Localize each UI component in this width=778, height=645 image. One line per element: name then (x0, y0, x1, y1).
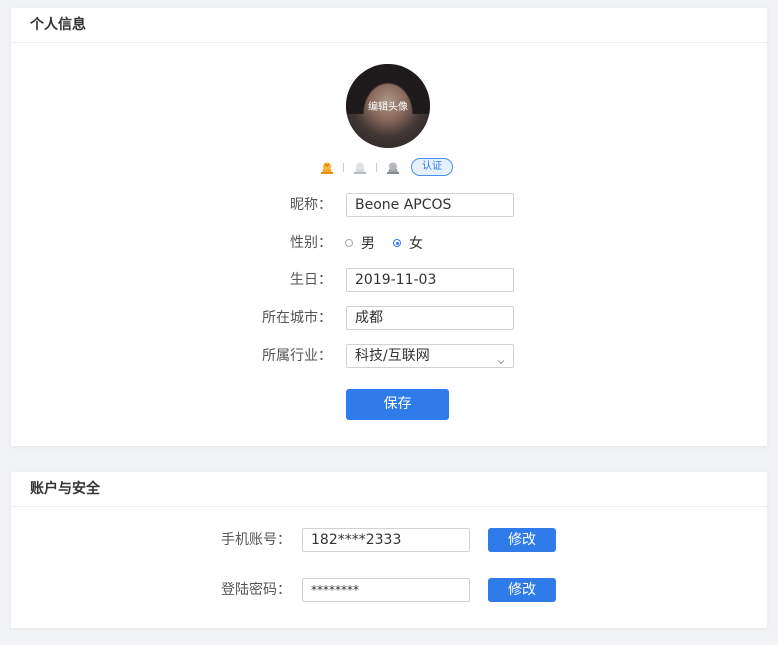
gender-female-radio[interactable] (393, 239, 401, 247)
gender-male-option[interactable]: 男 (345, 233, 375, 253)
silver-medal-icon (352, 160, 368, 174)
birthday-input[interactable]: 2019-11-03 (346, 268, 514, 292)
bronze-medal-icon (385, 160, 401, 174)
nickname-label: 昵称： (290, 197, 332, 213)
profile-card-title: 个人信息 (11, 8, 767, 43)
phone-label: 手机账号： (221, 532, 291, 548)
badge-row: 认证 (319, 158, 453, 176)
city-label: 所在城市： (262, 310, 332, 326)
gender-male-radio[interactable] (345, 239, 353, 247)
badge-divider (376, 162, 377, 172)
password-edit-button[interactable]: 修改 (488, 578, 556, 602)
gender-male-label: 男 (361, 236, 375, 252)
password-label: 登陆密码： (221, 582, 291, 598)
password-field: ******** (302, 578, 470, 602)
save-button[interactable]: 保存 (346, 389, 449, 420)
profile-card: 个人信息 编辑头像 认证 昵称： Beone APCOS 性别： 男 女 生日：… (11, 8, 767, 446)
gender-female-label: 女 (409, 236, 423, 252)
gender-radio-group: 男 女 (345, 231, 441, 255)
gold-medal-icon (319, 160, 335, 174)
city-input[interactable]: 成都 (346, 306, 514, 330)
industry-label: 所属行业： (262, 348, 332, 364)
avatar[interactable]: 编辑头像 (346, 64, 430, 148)
phone-field: 182****2333 (302, 528, 470, 552)
industry-select-value: 科技/互联网 (355, 348, 430, 364)
nickname-input[interactable]: Beone APCOS (346, 193, 514, 217)
industry-select[interactable]: 科技/互联网 (346, 344, 514, 368)
account-card-title: 账户与安全 (11, 472, 767, 507)
birthday-label: 生日： (290, 272, 332, 288)
account-card: 账户与安全 手机账号： 182****2333 修改 登陆密码： *******… (11, 472, 767, 628)
gender-female-option[interactable]: 女 (393, 233, 423, 253)
phone-edit-button[interactable]: 修改 (488, 528, 556, 552)
verify-tag[interactable]: 认证 (411, 158, 453, 176)
edit-avatar-label[interactable]: 编辑头像 (346, 98, 430, 113)
badge-divider (343, 162, 344, 172)
chevron-down-icon (497, 351, 505, 365)
gender-label: 性别： (290, 235, 332, 251)
